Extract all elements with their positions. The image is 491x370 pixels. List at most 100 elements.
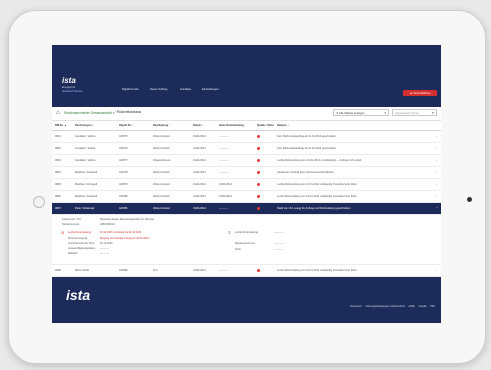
footer-link-help[interactable]: Hilfe: [430, 305, 435, 308]
cell-rm: 0806: [52, 190, 72, 203]
detail-value: Eingang des Auftrags erfolgt am 18.12.20…: [100, 237, 149, 240]
search-input[interactable]: Liegenschaft suchen ⌕: [392, 109, 437, 116]
cell-rm: 0801: [52, 130, 72, 143]
col-header-last[interactable]: letzte Rückmeldung ↕: [216, 121, 254, 131]
cell-status: Wartet Antwort: [150, 166, 190, 179]
cell-date: 01/01/2014: [190, 178, 216, 191]
col-header-rm[interactable]: RM-Nr. ▲: [52, 121, 72, 131]
detail-value: — — —: [274, 231, 283, 234]
cell-name: Matthias, Schrapell: [72, 166, 116, 179]
chevron-up-icon[interactable]: ⌃: [432, 202, 441, 215]
nav-item-new-order[interactable]: Neuer Auftrag: [150, 87, 167, 91]
col-header-status[interactable]: Bearbeitung ↕: [150, 121, 190, 131]
table-row[interactable]: 0806 Matthias, Schrapell 424580 Wartet A…: [52, 190, 441, 203]
col-header-date[interactable]: Datum ↕: [190, 121, 216, 131]
brand-logo[interactable]: ista: [62, 76, 76, 85]
app-screen: ista Energieprof Verbrauch Service Digit…: [52, 45, 441, 323]
cell-status: Wartet Antwort: [150, 142, 190, 155]
filter-select[interactable]: ▼ Alle Objekte anzeigen ▾: [333, 109, 389, 116]
cell-rm: 0804: [52, 166, 72, 179]
cell-note: Letzte Rückmeldung von 01.01.2014 vollst…: [274, 178, 432, 191]
cell-object: 424576: [116, 142, 150, 155]
detail-label: Telefonnummer:: [62, 223, 80, 226]
header-bar: ista Energieprof Verbrauch Service Digit…: [52, 45, 441, 107]
table-row-selected[interactable]: 0807 Peter, Szatansky 424581 Wartet Antw…: [52, 202, 441, 215]
table-row[interactable]: 0803 Gundlach, Sabine 424577 Abgeschloss…: [52, 154, 441, 167]
table-row[interactable]: 0802 Gundlach, Sabine 424576 Wartet Antw…: [52, 142, 441, 155]
table-row[interactable]: 0801 Gundlach, Sabine 424575 Wartet Antw…: [52, 130, 441, 143]
warning-icon: ⊘: [61, 230, 65, 235]
brand-tagline: Energieprof: [62, 86, 75, 89]
section-title-text: Rückmeldestatus: [116, 110, 142, 114]
chevron-down-icon[interactable]: ⌄: [432, 178, 441, 191]
table-row[interactable]: 0808 Marco Weiß 424582 Frei 01/01/2014 —…: [52, 265, 441, 277]
col-header-object[interactable]: Objekt-Nr. ↕: [116, 121, 150, 131]
table-row[interactable]: 0805 Matthias, Schrapell 424579 Wartet A…: [52, 178, 441, 191]
chevron-down-icon[interactable]: ⌄: [432, 130, 441, 143]
cell-object: 424577: [116, 154, 150, 167]
toolbar: ⌂ Rauchwarnmelder Gesamtansicht ▾ ◔ Rück…: [52, 107, 441, 121]
cell-source: [254, 154, 274, 167]
footer-link-impressum[interactable]: Impressum: [350, 305, 362, 308]
cell-source: [254, 142, 274, 155]
detail-label: Letzte Rückmeldung:: [235, 231, 259, 234]
cell-status: Wartet Antwort: [150, 178, 190, 191]
alert-button-label: Neue Meldung: [413, 92, 431, 95]
detail-label: Zahlsatz:: [68, 252, 79, 255]
brand-subtitle: Verbrauch Service: [62, 90, 83, 93]
chevron-down-icon[interactable]: ⌄: [432, 265, 441, 277]
view-dropdown[interactable]: Rauchwarnmelder Gesamtansicht ▾: [64, 111, 115, 115]
nav-item-digital[interactable]: Digital Kunde: [122, 87, 139, 91]
chevron-down-icon[interactable]: ⌄: [432, 190, 441, 203]
detail-label: Meldungsnummer:: [235, 242, 256, 245]
footer-link-contact[interactable]: Kontakt: [418, 305, 426, 308]
cell-object: 424579: [116, 178, 150, 191]
table-row[interactable]: 0804 Matthias, Schrapell 424578 Wartet A…: [52, 166, 441, 179]
search-icon[interactable]: ⌕: [432, 109, 434, 116]
cell-object: 424580: [116, 190, 150, 203]
alert-icon: ▲: [409, 91, 413, 95]
footer-links: Impressum Nutzungsbedingungen / Datensch…: [347, 305, 435, 308]
home-icon[interactable]: ⌂: [56, 110, 60, 116]
cell-status: Abgeschlossen: [150, 154, 190, 167]
cell-status: Wartet Antwort: [150, 190, 190, 203]
cell-status: Wartet Antwort: [150, 202, 190, 215]
home-button[interactable]: [33, 196, 45, 208]
detail-label: Liefertermin / Ort:: [62, 218, 82, 221]
cell-date: 01/01/2014: [190, 130, 216, 143]
chevron-down-icon[interactable]: ⌄: [432, 166, 441, 179]
warning-value: 19.12.2016 mit Ablauf bis 02.03.2016: [100, 231, 142, 234]
cell-rm: 0807: [52, 202, 72, 215]
cell-source: [254, 130, 274, 143]
detail-value: — — —: [100, 247, 109, 250]
nav-item-settings[interactable]: Einstellungen: [202, 87, 219, 91]
camera-dot: [467, 197, 472, 202]
cell-last: — — —: [216, 154, 254, 167]
cell-rm: 0802: [52, 142, 72, 155]
alert-button[interactable]: ▲Neue Meldung: [403, 90, 437, 96]
cell-name: Peter, Szatansky: [72, 202, 116, 215]
cell-last: — — —: [216, 142, 254, 155]
footer-link-privacy[interactable]: Nutzungsbedingungen / Datenschutz: [366, 305, 405, 308]
cell-note: Aktuell kein Auftrag beim Serviceverantw…: [274, 166, 432, 179]
col-header-source[interactable]: Quelle / Status ↕: [254, 121, 274, 131]
data-table: RM-Nr. ▲ Rechnungsnr. ↕ Objekt-Nr. ↕ Bea…: [52, 121, 441, 215]
detail-value: 19.12.2016: [100, 242, 113, 245]
chevron-down-icon[interactable]: ⌄: [432, 154, 441, 167]
cell-date: 01/01/2014: [190, 154, 216, 167]
status-dot-icon: [257, 146, 260, 150]
chevron-down-icon[interactable]: ⌄: [432, 142, 441, 155]
footer-logo[interactable]: ista: [66, 287, 90, 303]
status-dot-icon: [257, 134, 260, 138]
nav-item-contacts[interactable]: Kontakte: [180, 87, 191, 91]
cell-note: Letzte Rückmeldung vom 01.01.2014 unvoll…: [274, 154, 432, 167]
col-header-note[interactable]: Hinweis ↕: [274, 121, 432, 131]
cell-last: — — —: [216, 166, 254, 179]
footer-link-agb[interactable]: AGBs: [409, 305, 415, 308]
cell-note: Stadt von Ulm Luegg für Auftrag und Rück…: [274, 202, 432, 215]
cell-rm: 0803: [52, 154, 72, 167]
cell-name: Matthias, Schrapell: [72, 190, 116, 203]
cell-name: Marco Weiß: [72, 265, 116, 277]
col-header-name[interactable]: Rechnungsnr. ↕: [72, 121, 116, 131]
cell-date: 01/01/2014: [190, 166, 216, 179]
